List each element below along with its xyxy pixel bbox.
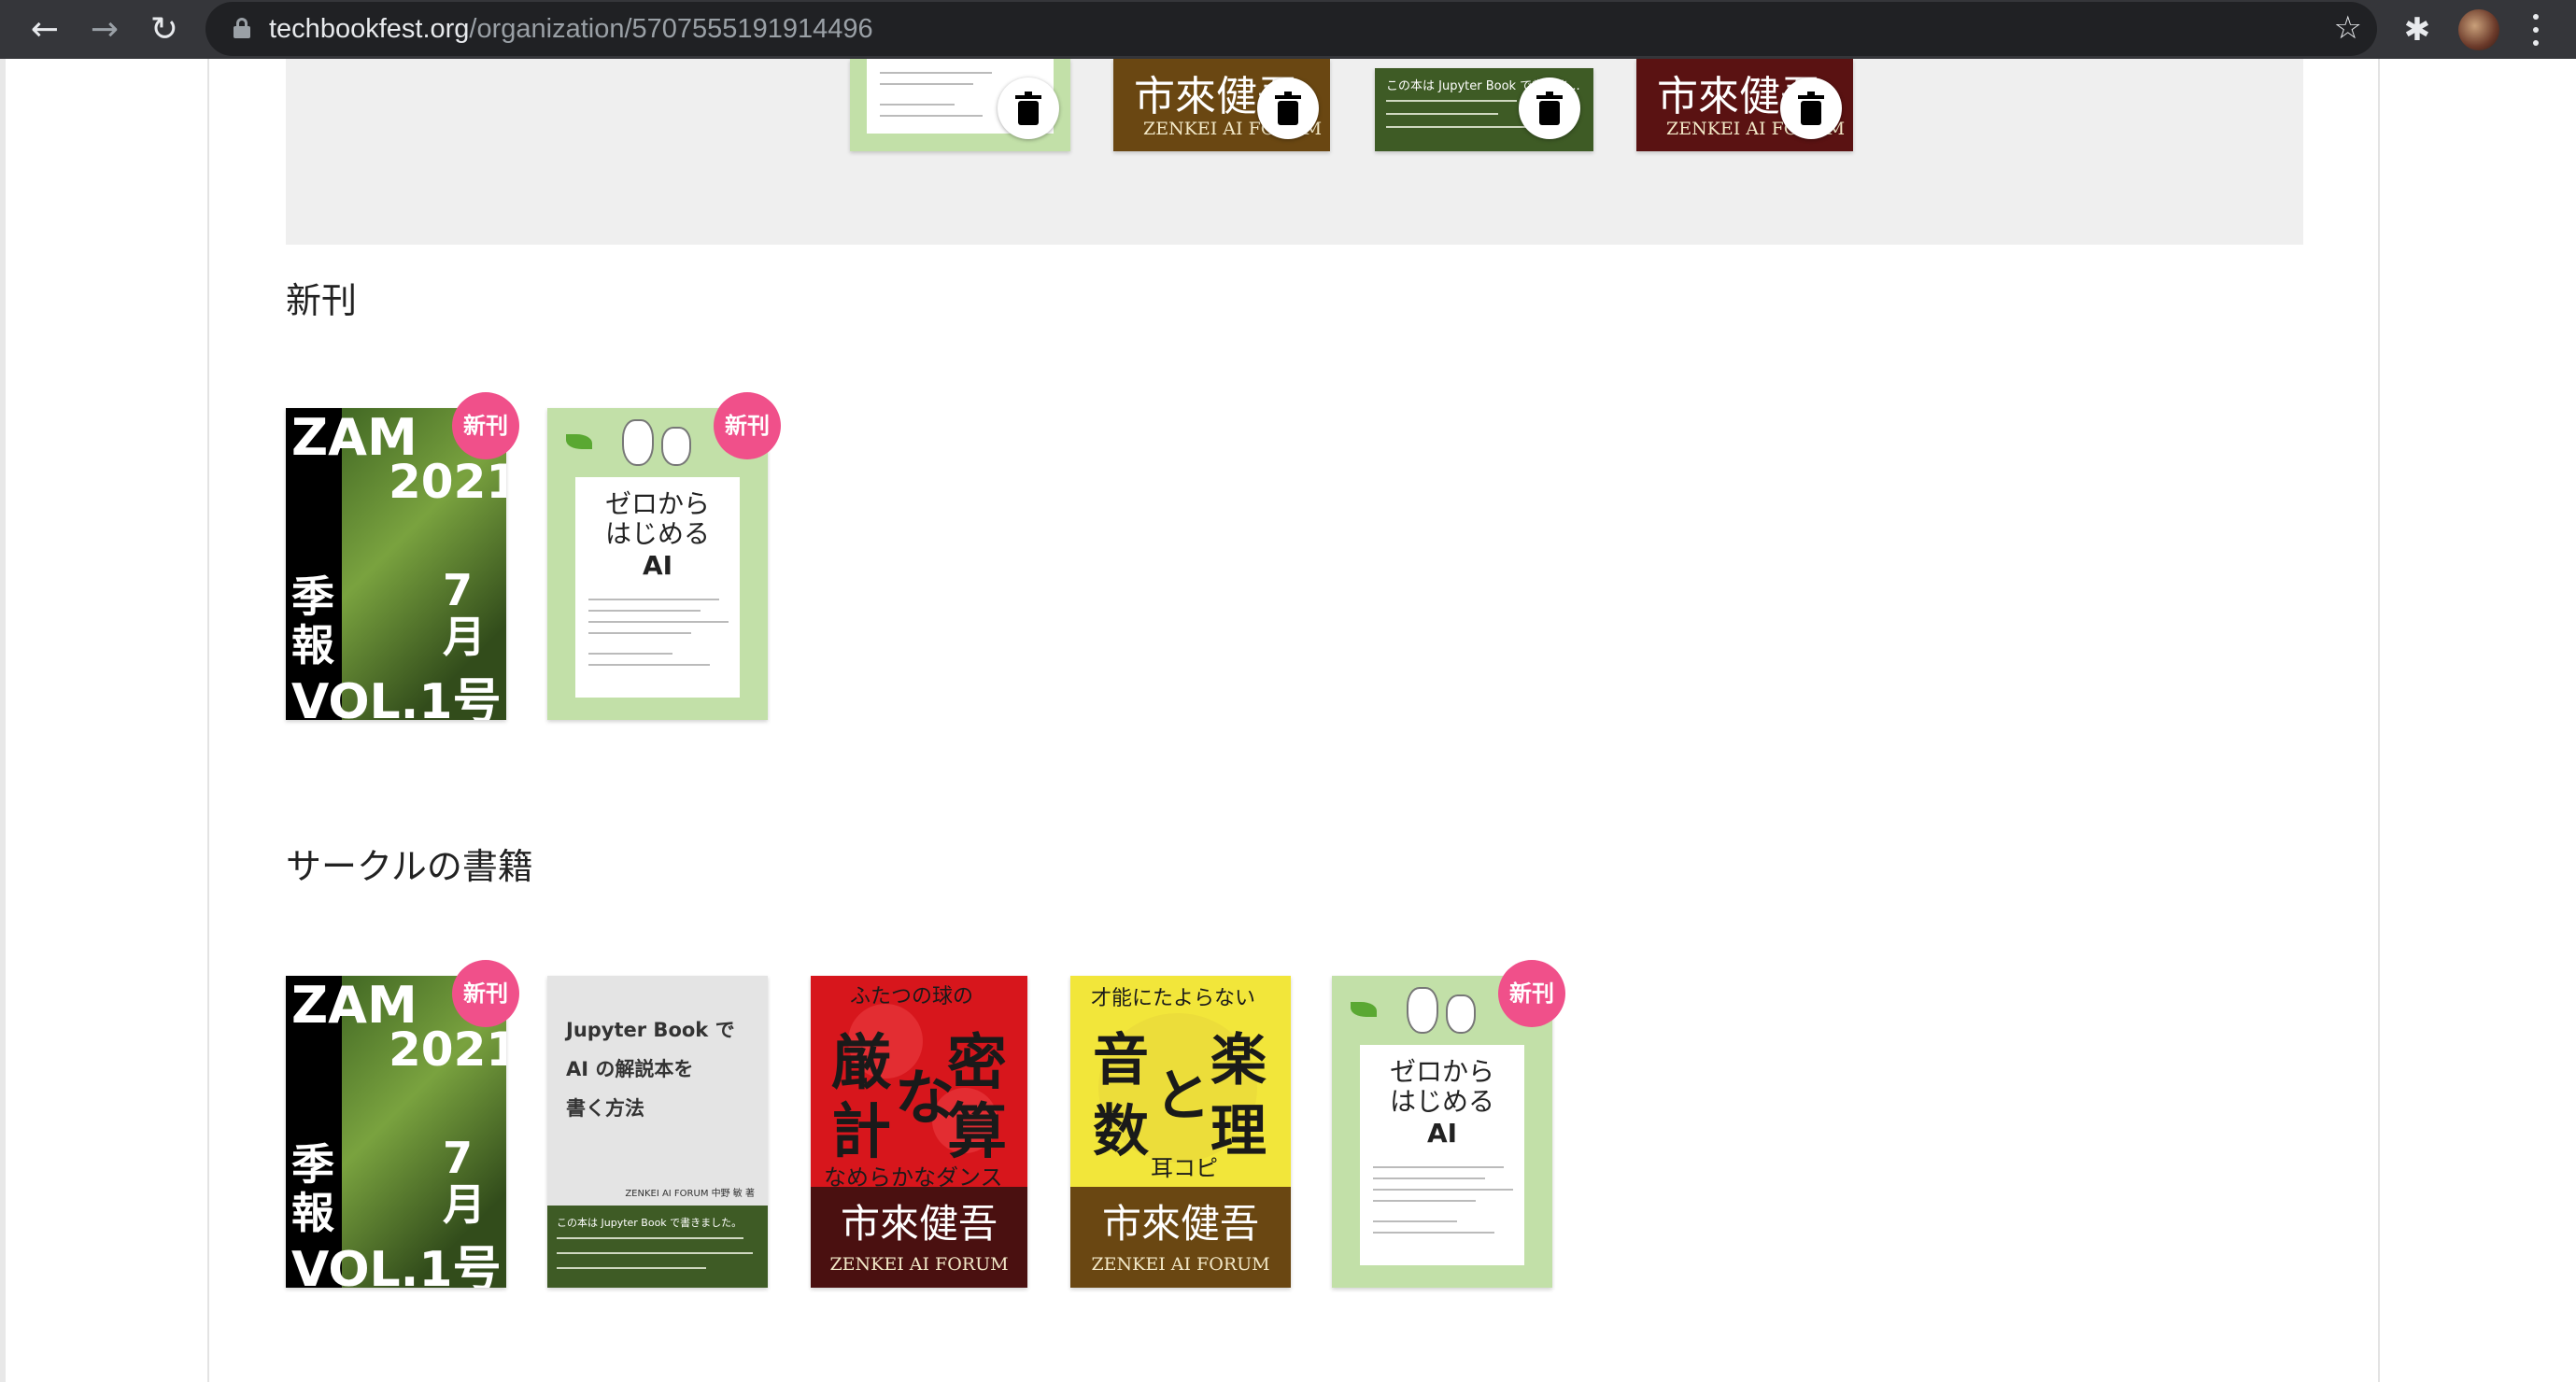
back-icon[interactable]: ← bbox=[22, 7, 67, 52]
red-top-text: ふたつの球の bbox=[850, 985, 974, 1008]
delete-cover-3-button[interactable] bbox=[1519, 78, 1580, 139]
lock-icon[interactable] bbox=[234, 18, 250, 38]
jupyter-title-line-2: AI の解説本を bbox=[566, 1058, 694, 1080]
zam-volume: VOL.1号 bbox=[291, 674, 502, 720]
url-text[interactable]: techbookfest.org/organization/5707555191… bbox=[269, 2, 873, 56]
red-author-name: 市來健吾 bbox=[840, 1201, 998, 1247]
red-author-band: 市來健吾 ZENKEI AI FORUM bbox=[811, 1187, 1027, 1288]
bookmark-star-icon[interactable]: ☆ bbox=[2334, 2, 2362, 56]
new-release-badge: 新刊 bbox=[714, 392, 781, 459]
url-domain: techbookfest.org bbox=[269, 14, 470, 44]
trash-icon bbox=[1536, 92, 1563, 125]
trash-icon bbox=[1015, 92, 1041, 125]
ai-title-line-3: AI bbox=[1426, 1118, 1458, 1149]
cover-page: ゼロから はじめる AI bbox=[575, 477, 740, 698]
jupyter-title-line-3: 書く方法 bbox=[566, 1097, 644, 1120]
zam-kiho: 季報 bbox=[291, 571, 334, 670]
jupyter-author: ZENKEI AI FORUM 中野 敏 著 bbox=[625, 1189, 755, 1199]
jupyter-title-line-1: Jupyter Book で bbox=[566, 1019, 735, 1041]
delete-cover-1-button[interactable] bbox=[998, 78, 1059, 139]
section-title-new: 新刊 bbox=[286, 280, 358, 321]
yellow-kanji-4: 理 bbox=[1210, 1099, 1267, 1164]
jupyter-footer-text: この本は Jupyter Book で書きました。 bbox=[557, 1217, 743, 1229]
zam-vertical-title: ZAM bbox=[291, 412, 418, 464]
new-release-badge: 新刊 bbox=[452, 960, 519, 1027]
book-cover-red[interactable]: ふたつの球の 厳 密 な 計 算 なめらかなダンス 市來健吾 ZENKEI AI… bbox=[811, 976, 1027, 1288]
ai-title-line-1: ゼロから bbox=[604, 488, 710, 519]
ai-title-line-2: はじめる bbox=[604, 518, 710, 549]
trash-icon bbox=[1798, 92, 1824, 125]
red-kanji-4: 算 bbox=[947, 1097, 1007, 1167]
red-org: ZENKEI AI FORUM bbox=[829, 1254, 1009, 1275]
zam-volume: VOL.1号 bbox=[291, 1242, 502, 1288]
browser-menu-icon[interactable] bbox=[2522, 9, 2550, 50]
yellow-author-name: 市來健吾 bbox=[1101, 1201, 1259, 1247]
page-gutter bbox=[0, 59, 6, 1382]
new-release-badge: 新刊 bbox=[452, 392, 519, 459]
yellow-top-text: 才能にたよらない bbox=[1091, 987, 1256, 1010]
browser-toolbar: ← → ↻ techbookfest.org/organization/5707… bbox=[0, 0, 2576, 59]
yellow-kanji-1: 音 bbox=[1093, 1028, 1149, 1093]
page-content: 市來健吾 ZENKEI AI FORUM この本は Jupyter Book で… bbox=[207, 59, 2380, 1382]
delete-cover-4-button[interactable] bbox=[1780, 78, 1842, 139]
ai-title-line-1: ゼロから bbox=[1389, 1056, 1494, 1087]
book-cover-yellow[interactable]: 才能にたよらない 音 楽 と 数 理 耳コピ 市來健吾 ZENKEI AI FO… bbox=[1070, 976, 1291, 1288]
red-kanji-3: 計 bbox=[831, 1097, 891, 1167]
profile-avatar[interactable] bbox=[2458, 9, 2499, 50]
yellow-kanji-mid: と bbox=[1154, 1064, 1210, 1129]
yellow-author-band: 市來健吾 ZENKEI AI FORUM bbox=[1070, 1187, 1291, 1288]
delete-cover-2-button[interactable] bbox=[1257, 78, 1319, 139]
zam-year: 2021 bbox=[389, 1022, 506, 1077]
extensions-puzzle-icon[interactable]: ✱ bbox=[2397, 9, 2438, 50]
forward-icon[interactable]: → bbox=[82, 7, 127, 52]
zam-month: 7月 bbox=[443, 565, 486, 662]
yellow-org: ZENKEI AI FORUM bbox=[1091, 1254, 1270, 1275]
new-release-badge: 新刊 bbox=[1498, 960, 1565, 1027]
zam-vertical-title: ZAM bbox=[291, 980, 418, 1032]
trash-icon bbox=[1275, 92, 1301, 125]
reload-icon[interactable]: ↻ bbox=[142, 7, 187, 52]
zam-month: 7月 bbox=[443, 1133, 486, 1230]
ai-title-line-2: はじめる bbox=[1389, 1086, 1494, 1117]
url-path: /organization/5707555191914496 bbox=[469, 14, 873, 44]
zam-kiho: 季報 bbox=[291, 1139, 334, 1238]
yellow-subtitle: 耳コピ bbox=[1151, 1155, 1218, 1181]
jupyter-cover-footer: この本は Jupyter Book で書きました。 bbox=[547, 1206, 768, 1288]
yellow-kanji-2: 楽 bbox=[1210, 1028, 1267, 1093]
section-title-circle-books: サークルの書籍 bbox=[286, 846, 533, 887]
zam-year: 2021 bbox=[389, 455, 506, 509]
book-cover-jupyter[interactable]: Jupyter Book で AI の解説本を 書く方法 ZENKEI AI F… bbox=[547, 976, 768, 1288]
cover-gallery: 市來健吾 ZENKEI AI FORUM この本は Jupyter Book で… bbox=[286, 59, 2303, 245]
ai-title-line-3: AI bbox=[642, 550, 673, 581]
address-bar[interactable]: techbookfest.org/organization/5707555191… bbox=[205, 2, 2377, 56]
red-kanji-mid: な bbox=[895, 1064, 955, 1134]
yellow-kanji-3: 数 bbox=[1093, 1099, 1149, 1164]
cover-page: ゼロから はじめる AI bbox=[1360, 1045, 1524, 1265]
